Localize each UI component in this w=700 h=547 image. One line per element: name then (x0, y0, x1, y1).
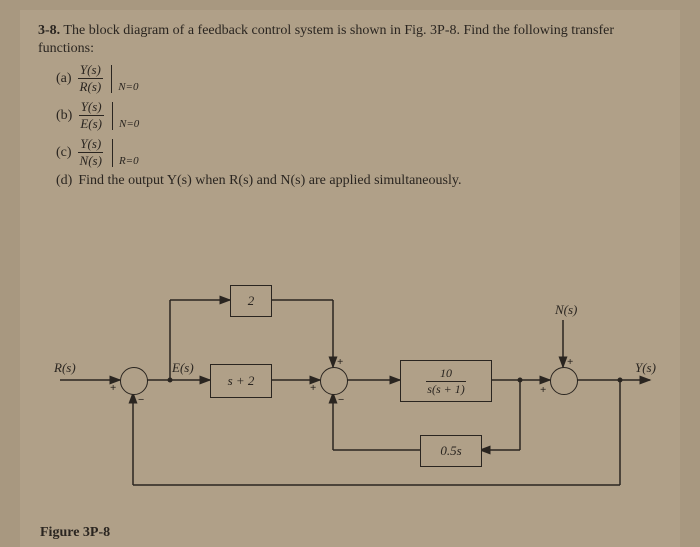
part-b-label: (b) (56, 108, 72, 124)
part-c-fraction: Y(s) N(s) (78, 136, 104, 169)
eval-bar (112, 139, 113, 167)
plant-den: s(s + 1) (427, 382, 464, 397)
summer-3 (550, 367, 578, 395)
sum2-plus-top: + (337, 356, 343, 368)
parts-list: (a) Y(s) R(s) N=0 (b) Y(s) E(s) N=0 (c) … (56, 62, 662, 189)
part-c: (c) Y(s) N(s) R=0 (56, 136, 662, 169)
block-diagram: + − + + − + + 2 s + 2 10 s(s + 1) 0.5s R… (60, 260, 660, 500)
feedback-block: 0.5s (420, 435, 482, 467)
part-a: (a) Y(s) R(s) N=0 (56, 62, 662, 95)
label-E: E(s) (172, 360, 194, 376)
part-d-text: Find the output Y(s) when R(s) and N(s) … (78, 173, 461, 189)
part-b-fraction: Y(s) E(s) (78, 99, 104, 132)
problem-prompt: 3-8. The block diagram of a feedback con… (38, 22, 662, 58)
sum1-plus: + (110, 382, 116, 394)
sum2-minus: − (338, 394, 344, 406)
sum3-plus-left: + (540, 384, 546, 396)
part-a-cond: N=0 (118, 81, 138, 93)
part-a-label: (a) (56, 71, 72, 87)
controller-block: s + 2 (210, 364, 272, 398)
problem-number: 3-8. (38, 23, 60, 38)
figure-caption: Figure 3P-8 (40, 525, 110, 541)
label-Y: Y(s) (635, 360, 656, 376)
label-N: N(s) (555, 302, 577, 318)
eval-bar (111, 65, 112, 93)
feedforward-block: 2 (230, 285, 272, 317)
sum1-minus: − (138, 394, 144, 406)
part-b-cond: N=0 (119, 118, 139, 130)
part-a-fraction: Y(s) R(s) (78, 62, 104, 95)
sum3-plus-top: + (567, 356, 573, 368)
label-R: R(s) (54, 360, 76, 376)
part-c-label: (c) (56, 145, 72, 161)
part-d: (d) Find the output Y(s) when R(s) and N… (56, 173, 662, 189)
part-b: (b) Y(s) E(s) N=0 (56, 99, 662, 132)
part-d-label: (d) (56, 173, 72, 189)
plant-num: 10 (426, 366, 466, 382)
plant-block: 10 s(s + 1) (400, 360, 492, 402)
sum2-plus-left: + (310, 382, 316, 394)
part-c-cond: R=0 (119, 155, 139, 167)
summer-2 (320, 367, 348, 395)
eval-bar (112, 102, 113, 130)
summer-1 (120, 367, 148, 395)
prompt-text: The block diagram of a feedback control … (38, 23, 614, 56)
